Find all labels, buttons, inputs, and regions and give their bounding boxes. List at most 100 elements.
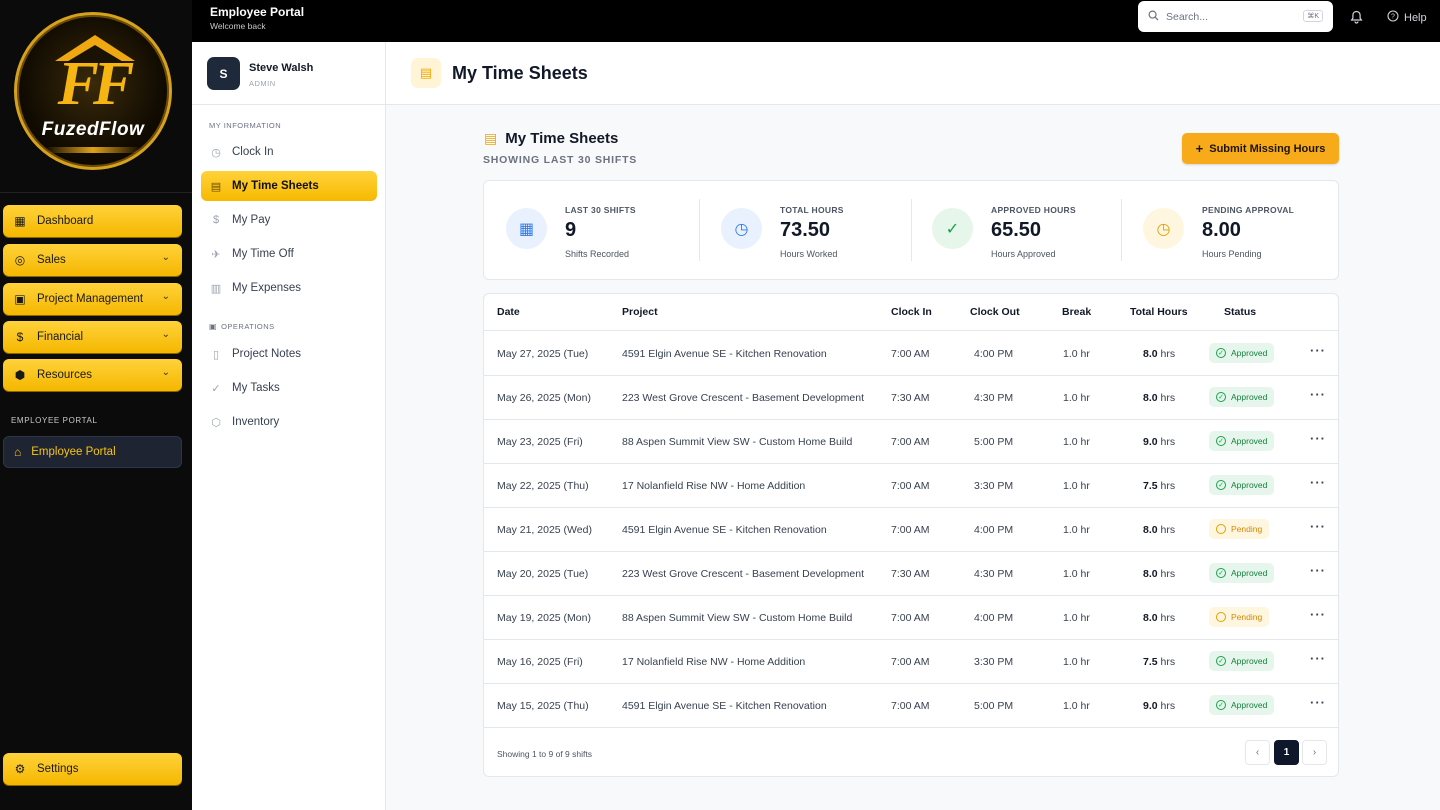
document-icon: ▤	[210, 180, 222, 193]
stat-value: 65.50	[991, 219, 1042, 241]
bell-icon[interactable]	[1350, 10, 1363, 27]
stat-divider	[911, 199, 912, 261]
more-options-icon[interactable]: ···	[1310, 651, 1326, 666]
stat-label: APPROVED HOURS	[991, 205, 1076, 215]
total-hours-cell: 8.0 hrs	[1143, 524, 1175, 536]
clock-out-cell: 3:30 PM	[974, 480, 1014, 492]
nav-financial[interactable]: $ Financial ⌄	[3, 321, 182, 353]
check-circle-icon: ✓	[1216, 700, 1226, 710]
header-title: Employee Portal	[210, 5, 305, 19]
grid-icon: ▦	[14, 214, 26, 228]
section-label-my-information: MY INFORMATION	[209, 121, 282, 130]
subnav-item-label: My Time Off	[232, 248, 294, 260]
column-header-project[interactable]: Project	[622, 306, 658, 318]
total-hours-cell: 8.0 hrs	[1143, 392, 1175, 404]
more-options-icon[interactable]: ···	[1310, 695, 1326, 710]
document-icon: ▤	[411, 58, 441, 88]
hours-value: 7.5	[1143, 480, 1158, 492]
nav-employee-portal[interactable]: ⌂ Employee Portal	[3, 436, 182, 468]
check-circle-icon: ✓	[211, 382, 221, 395]
nav-resources[interactable]: ⬢ Resources ⌄	[3, 359, 182, 391]
subnav-item-project-notes[interactable]: ▯ Project Notes	[201, 339, 377, 369]
pagination-next-button[interactable]: ›	[1302, 740, 1327, 765]
submit-missing-hours-label: Submit Missing Hours	[1209, 142, 1326, 155]
column-header-break[interactable]: Break	[1062, 306, 1091, 318]
search-shortcut: ⌘K	[1303, 10, 1323, 22]
gear-icon: ⚙	[14, 762, 26, 776]
subnav-item-my-pay[interactable]: $ My Pay	[201, 205, 377, 235]
user-card[interactable]: S Steve Walsh ADMIN	[192, 42, 386, 105]
subnav-item-inventory[interactable]: ⬡ Inventory	[201, 407, 377, 437]
table-row[interactable]: May 20, 2025 (Tue) 223 West Grove Crescen…	[484, 552, 1338, 596]
clock-out-cell: 4:00 PM	[974, 524, 1014, 536]
project-cell: 4591 Elgin Avenue SE - Kitchen Renovatio…	[622, 524, 827, 536]
hours-value: 9.0	[1143, 700, 1158, 712]
clock-icon: ◷	[1143, 208, 1184, 249]
clock-out-cell: 5:00 PM	[974, 700, 1014, 712]
break-cell: 1.0 hr	[1063, 656, 1090, 668]
pagination-prev-button[interactable]: ‹	[1245, 740, 1270, 765]
clock-in-cell: 7:00 AM	[891, 436, 930, 448]
stat-note: Hours Pending	[1202, 249, 1262, 259]
subnav-item-label: My Pay	[232, 214, 271, 226]
column-header-status[interactable]: Status	[1224, 306, 1256, 318]
status-text: Approved	[1231, 392, 1268, 402]
table-row[interactable]: May 22, 2025 (Thu) 17 Nolanfield Rise NW …	[484, 464, 1338, 508]
help-button[interactable]: ? Help	[1387, 10, 1427, 25]
date-cell: May 19, 2025 (Mon)	[497, 612, 591, 624]
subnav-item-my-time-off[interactable]: ✈ My Time Off	[201, 239, 377, 269]
table-row[interactable]: May 27, 2025 (Tue) 4591 Elgin Avenue SE -…	[484, 331, 1338, 376]
date-cell: May 22, 2025 (Thu)	[497, 480, 589, 492]
page-header: ▤ My Time Sheets	[386, 42, 1440, 105]
clock-in-cell: 7:00 AM	[891, 612, 930, 624]
more-options-icon[interactable]: ···	[1310, 343, 1326, 358]
table-row[interactable]: May 23, 2025 (Fri) 88 Aspen Summit View S…	[484, 420, 1338, 464]
project-cell: 88 Aspen Summit View SW - Custom Home Bu…	[622, 612, 853, 624]
nav-project-management[interactable]: ▣ Project Management ⌄	[3, 283, 182, 315]
stats-card: ▦ LAST 30 SHIFTS 9 Shifts Recorded ◷ TOTAL HO…	[483, 180, 1339, 280]
more-options-icon[interactable]: ···	[1310, 563, 1326, 578]
main-sidebar: FF FuzedFlow ▦ Dashboard ◎ Sales ⌄ ▣ Project M…	[0, 0, 192, 810]
subnav-item-my-time-sheets[interactable]: ▤ My Time Sheets	[201, 171, 377, 201]
search-input[interactable]: Search... ⌘K	[1138, 1, 1333, 32]
nav-sales[interactable]: ◎ Sales ⌄	[3, 244, 182, 276]
nav-employee-portal-label: Employee Portal	[31, 446, 116, 458]
clock-out-cell: 5:00 PM	[974, 436, 1014, 448]
hours-value: 9.0	[1143, 436, 1158, 448]
subnav-item-clock-in[interactable]: ◷ Clock In	[201, 137, 377, 167]
subnav-item-label: Clock In	[232, 146, 274, 158]
clock-in-cell: 7:00 AM	[891, 524, 930, 536]
more-options-icon[interactable]: ···	[1310, 607, 1326, 622]
nav-dashboard[interactable]: ▦ Dashboard	[3, 205, 182, 237]
status-badge: ✓ Approved	[1209, 475, 1275, 495]
subnav-item-my-tasks[interactable]: ✓ My Tasks	[201, 373, 377, 403]
hours-unit: hrs	[1160, 656, 1176, 668]
more-options-icon[interactable]: ···	[1310, 431, 1326, 446]
more-options-icon[interactable]: ···	[1310, 387, 1326, 402]
more-options-icon[interactable]: ···	[1310, 475, 1326, 490]
check-circle-icon: ✓	[1216, 568, 1226, 578]
submit-missing-hours-button[interactable]: + Submit Missing Hours	[1182, 133, 1339, 164]
nav-settings[interactable]: ⚙ Settings	[3, 753, 182, 785]
subnav-item-label: Project Notes	[232, 348, 302, 360]
subnav-item-my-expenses[interactable]: ▥ My Expenses	[201, 273, 377, 303]
subnav-item-label: My Time Sheets	[232, 180, 319, 192]
break-cell: 1.0 hr	[1063, 348, 1090, 360]
column-header-date[interactable]: Date	[497, 306, 520, 318]
more-options-icon[interactable]: ···	[1310, 519, 1326, 534]
table-row[interactable]: May 26, 2025 (Mon) 223 West Grove Crescen…	[484, 376, 1338, 420]
table-row[interactable]: May 15, 2025 (Thu) 4591 Elgin Avenue SE -…	[484, 684, 1338, 728]
column-header-clock-out[interactable]: Clock Out	[970, 306, 1020, 318]
fuzedflow-logo[interactable]: FF FuzedFlow	[14, 12, 172, 170]
table-row[interactable]: May 16, 2025 (Fri) 17 Nolanfield Rise NW …	[484, 640, 1338, 684]
column-header-total-hours[interactable]: Total Hours	[1130, 306, 1188, 318]
status-text: Pending	[1231, 612, 1263, 622]
check-circle-icon: ✓	[1216, 480, 1226, 490]
table-row[interactable]: May 19, 2025 (Mon) 88 Aspen Summit View S…	[484, 596, 1338, 640]
table-row[interactable]: May 21, 2025 (Wed) 4591 Elgin Avenue SE -…	[484, 508, 1338, 552]
chevron-down-icon: ⌄	[161, 329, 170, 340]
total-hours-cell: 9.0 hrs	[1143, 700, 1175, 712]
subnav-item-label: My Expenses	[232, 282, 302, 294]
pagination-page-1[interactable]: 1	[1274, 740, 1299, 765]
column-header-clock-in[interactable]: Clock In	[891, 306, 932, 318]
